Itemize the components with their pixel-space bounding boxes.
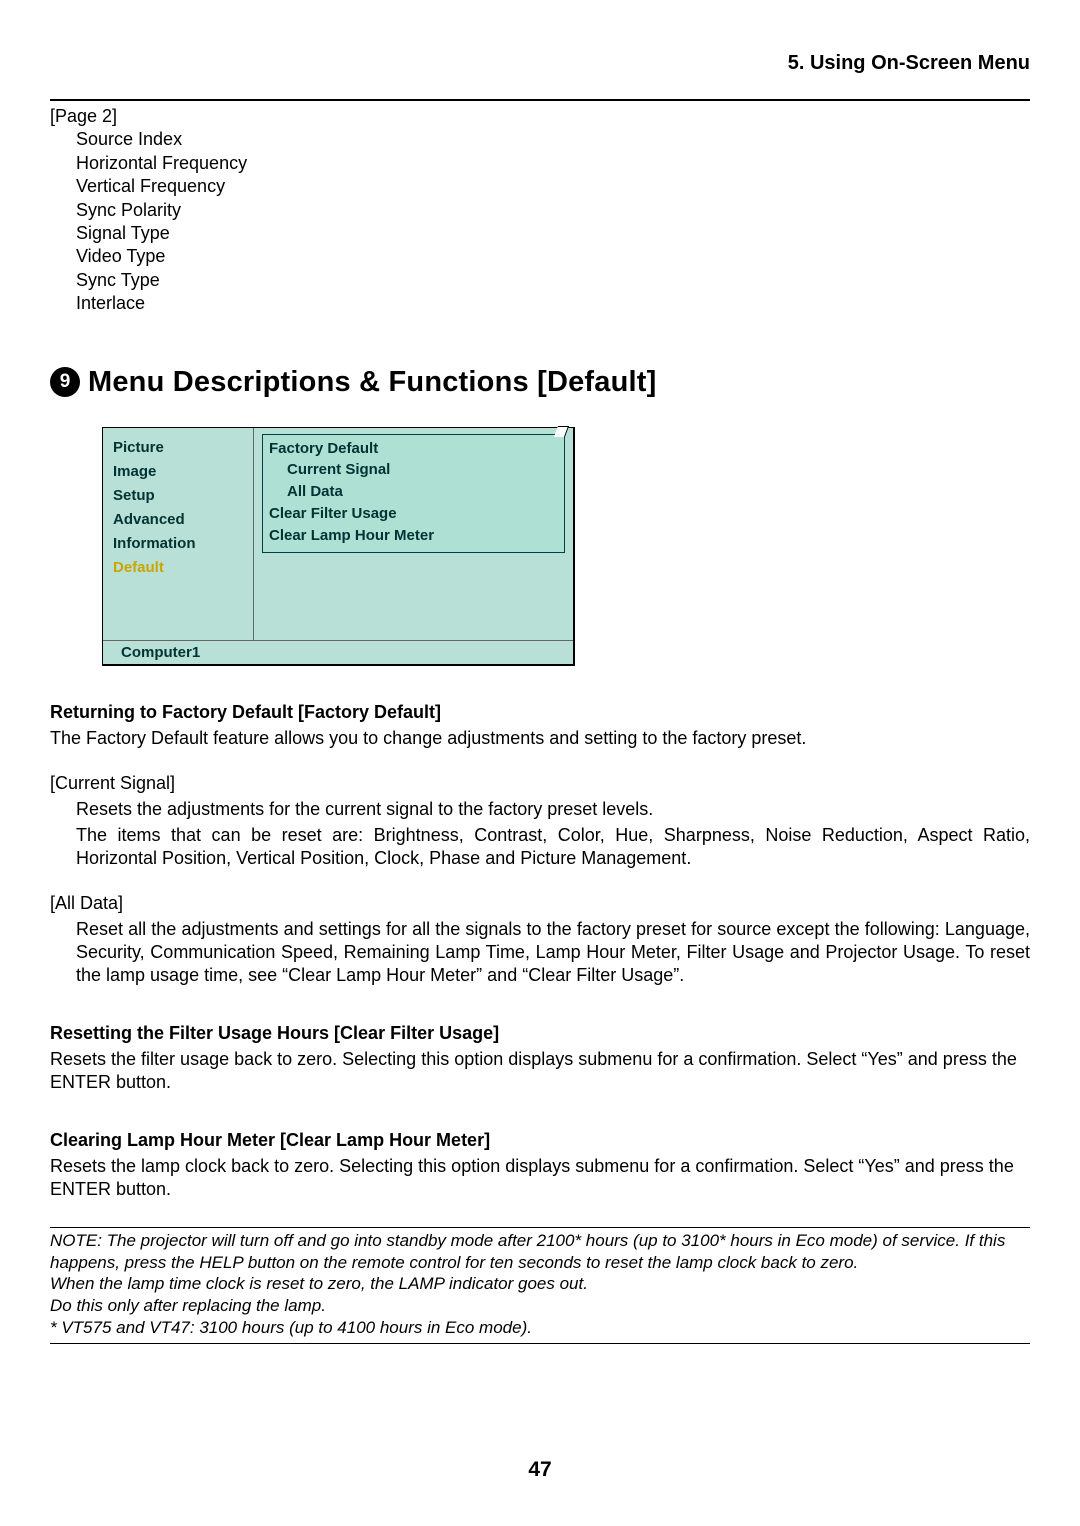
page-number: 47 <box>0 1458 1080 1482</box>
section-number-badge: 9 <box>50 367 80 397</box>
note-block: NOTE: The projector will turn off and go… <box>50 1227 1030 1344</box>
list-item: Source Index <box>50 128 1030 151</box>
note-line: Do this only after replacing the lamp. <box>50 1295 1030 1317</box>
osd-item-clear-lamp-hour[interactable]: Clear Lamp Hour Meter <box>269 525 558 547</box>
subheading-clear-lamp: Clearing Lamp Hour Meter [Clear Lamp Hou… <box>50 1130 1030 1151</box>
osd-item-picture[interactable]: Picture <box>113 436 243 460</box>
page2-heading: [Page 2] <box>50 105 1030 128</box>
list-item: Sync Type <box>50 269 1030 292</box>
label-current-signal: [Current Signal] <box>50 772 1030 795</box>
osd-item-factory-default[interactable]: Factory Default <box>269 438 558 460</box>
osd-item-default[interactable]: Default <box>113 556 243 580</box>
list-item: Horizontal Frequency <box>50 152 1030 175</box>
subheading-clear-filter: Resetting the Filter Usage Hours [Clear … <box>50 1023 1030 1044</box>
paragraph: The Factory Default feature allows you t… <box>50 727 1030 750</box>
paragraph: Reset all the adjustments and settings f… <box>50 918 1030 987</box>
list-item: Video Type <box>50 245 1030 268</box>
manual-page: 5. Using On-Screen Menu [Page 2] Source … <box>0 0 1080 1526</box>
section-title: Menu Descriptions & Functions [Default] <box>88 366 657 399</box>
osd-item-setup[interactable]: Setup <box>113 484 243 508</box>
section-heading: 9 Menu Descriptions & Functions [Default… <box>50 366 1030 399</box>
osd-menu: Picture Image Setup Advanced Information… <box>102 427 575 666</box>
paragraph: Resets the filter usage back to zero. Se… <box>50 1048 1030 1094</box>
osd-left-menu: Picture Image Setup Advanced Information… <box>103 428 254 640</box>
osd-item-information[interactable]: Information <box>113 532 243 556</box>
list-item: Interlace <box>50 292 1030 315</box>
paragraph: The items that can be reset are: Brightn… <box>50 824 1030 870</box>
body-text: Resets the lamp clock back to zero. Sele… <box>50 1155 1030 1201</box>
page2-list: [Page 2] Source Index Horizontal Frequen… <box>50 105 1030 316</box>
body-text: The Factory Default feature allows you t… <box>50 727 1030 987</box>
note-line: When the lamp time clock is reset to zer… <box>50 1273 1030 1295</box>
osd-right-panel: Factory Default Current Signal All Data … <box>254 428 573 640</box>
note-line: NOTE: The projector will turn off and go… <box>50 1230 1030 1274</box>
chapter-header: 5. Using On-Screen Menu <box>50 52 1030 75</box>
subheading-factory-default: Returning to Factory Default [Factory De… <box>50 702 1030 723</box>
osd-item-advanced[interactable]: Advanced <box>113 508 243 532</box>
osd-item-clear-filter-usage[interactable]: Clear Filter Usage <box>269 503 558 525</box>
label-all-data: [All Data] <box>50 892 1030 915</box>
paragraph: Resets the lamp clock back to zero. Sele… <box>50 1155 1030 1201</box>
paragraph: Resets the adjustments for the current s… <box>50 798 1030 821</box>
osd-status-bar: Computer1 <box>103 640 573 664</box>
body-text: Resets the filter usage back to zero. Se… <box>50 1048 1030 1094</box>
osd-item-image[interactable]: Image <box>113 460 243 484</box>
header-rule <box>50 99 1030 101</box>
list-item: Sync Polarity <box>50 199 1030 222</box>
list-item: Signal Type <box>50 222 1030 245</box>
osd-item-current-signal[interactable]: Current Signal <box>269 459 558 481</box>
osd-item-all-data[interactable]: All Data <box>269 481 558 503</box>
list-item: Vertical Frequency <box>50 175 1030 198</box>
note-line: * VT575 and VT47: 3100 hours (up to 4100… <box>50 1317 1030 1339</box>
